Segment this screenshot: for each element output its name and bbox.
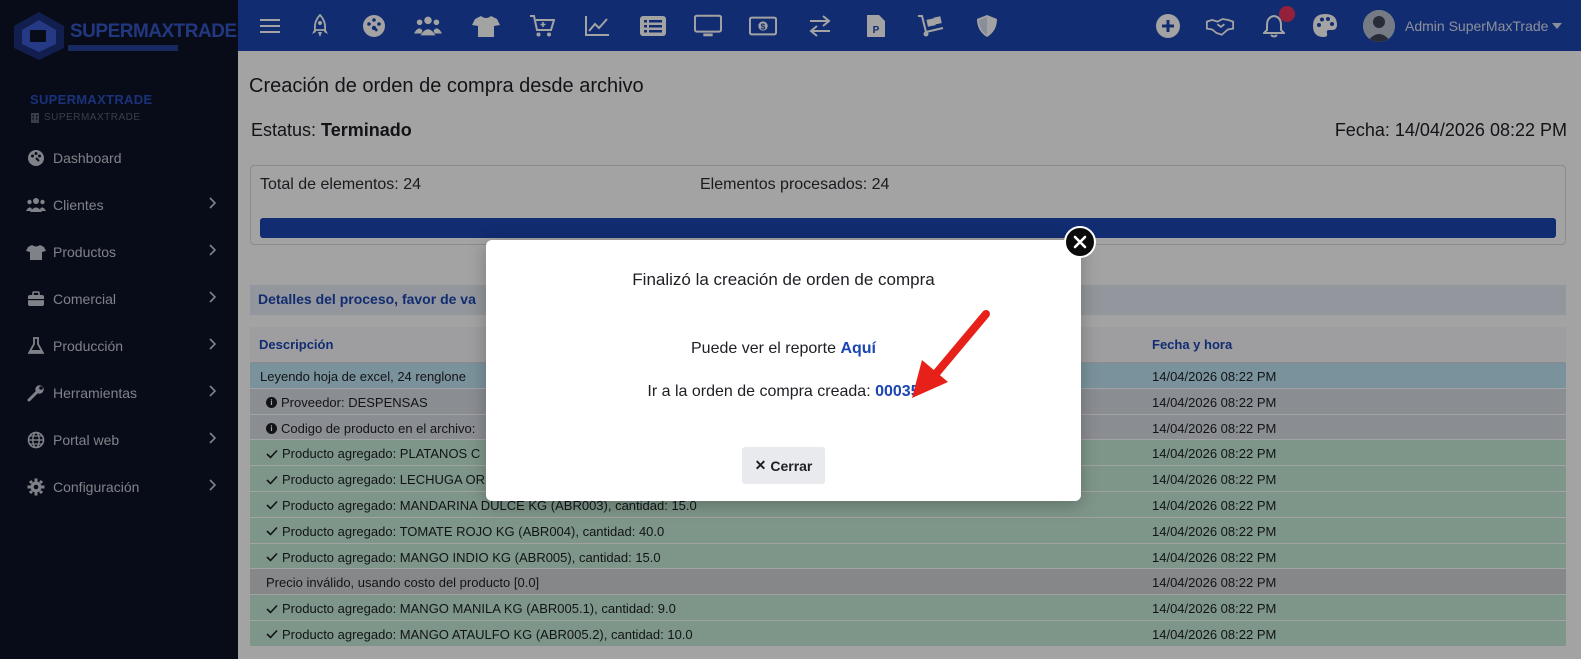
report-link[interactable]: Aquí [840,340,876,357]
close-x-icon: ✕ [754,457,767,473]
close-button[interactable]: ✕ Cerrar [742,447,825,484]
report-text: Puede ver el reporte [691,340,836,357]
annotation-arrow-icon [912,310,990,398]
order-text: Ir a la orden de compra creada: [647,383,871,400]
dialog-close-icon[interactable] [1064,226,1096,258]
dialog-title: Finalizó la creación de orden de compra [632,270,935,289]
close-button-label: Cerrar [770,457,813,474]
